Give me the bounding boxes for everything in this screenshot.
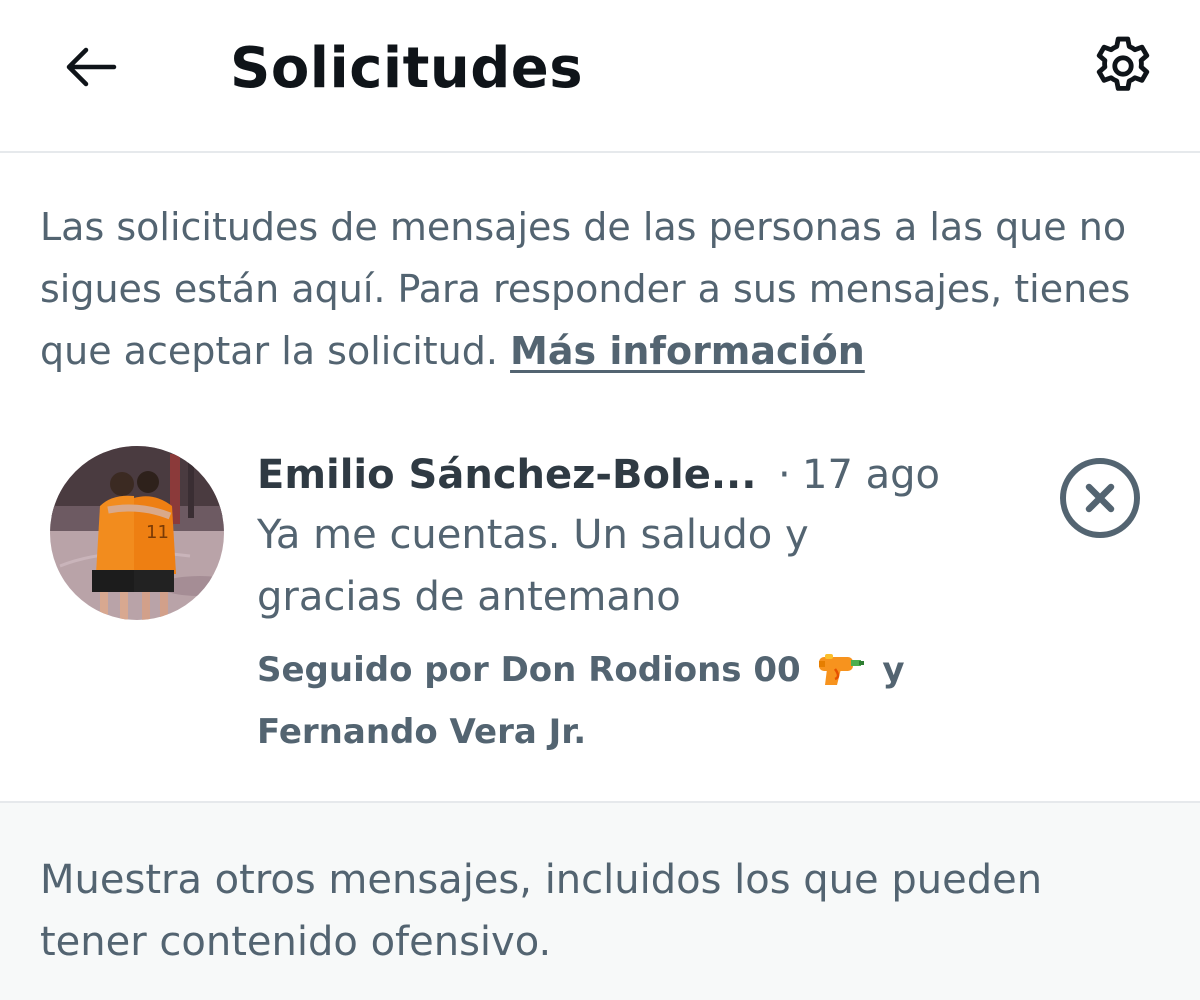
sender-name: Emilio Sánchez-Bole... <box>257 452 757 498</box>
svg-text:11: 11 <box>146 522 169 543</box>
show-other-messages[interactable]: Muestra otros mensajes, incluidos los qu… <box>0 801 1200 1000</box>
more-info-link[interactable]: Más información <box>510 329 865 373</box>
page-title: Solicitudes <box>230 36 584 101</box>
show-other-messages-text: Muestra otros mensajes, incluidos los qu… <box>40 857 1043 965</box>
followed-by-text: Seguido por Don Rodions 00 y Fernando Ve… <box>257 642 957 760</box>
avatar[interactable]: 11 <box>50 446 224 620</box>
settings-button[interactable] <box>1082 28 1164 104</box>
dismiss-request-button[interactable] <box>1056 454 1144 542</box>
water-pistol-icon <box>815 648 867 704</box>
close-circle-icon <box>1060 458 1140 538</box>
gear-icon <box>1096 36 1150 91</box>
message-request-item[interactable]: 11 Emilio Sánchez-Bole... · 17 ago Ya me… <box>0 420 1200 760</box>
header: Solicitudes <box>0 0 1200 153</box>
intro-text: Las solicitudes de mensajes de las perso… <box>40 196 1170 382</box>
message-preview: Ya me cuentas. Un saludo y gracias de an… <box>257 512 809 620</box>
arrow-left-icon <box>66 47 117 87</box>
timestamp: 17 ago <box>802 452 940 498</box>
separator-dot: · <box>778 452 791 498</box>
message-requests-screen: Solicitudes Las solicitudes de mensajes … <box>0 0 1200 1000</box>
followed-by-prefix: Seguido por Don Rodions 00 <box>257 650 801 690</box>
back-button[interactable] <box>52 32 128 102</box>
avatar-photo: 11 <box>50 446 224 620</box>
